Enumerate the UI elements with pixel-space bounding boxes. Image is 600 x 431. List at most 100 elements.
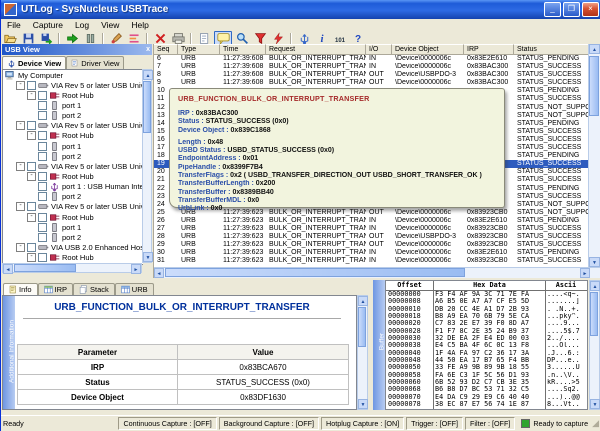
log-row[interactable]: 6URB11:27:39:608BULK_OR_INTERRUPT_TRANSF… [154,55,590,63]
panel-close-icon[interactable]: x [146,46,150,53]
tree-checkbox[interactable] [38,91,47,100]
log-vertical-scrollbar[interactable]: ▲ ▼ [588,44,600,267]
resize-grip[interactable]: ◢ [592,418,599,429]
hex-row[interactable]: 00000058FA 6E C3 1F 5C 56 D1 93.n..\V.. [386,372,587,379]
tree-item-root-hub[interactable]: -Root Hub [3,131,143,141]
tree-checkbox[interactable] [38,233,47,242]
tab-info[interactable]: Info [3,283,38,295]
hex-row[interactable]: 00000070E4 DA C9 29 E9 C6 40 40...)..@@ [386,394,587,401]
open-button[interactable] [2,32,18,45]
help-button[interactable]: ? [350,32,366,45]
col-seq[interactable]: Seq [154,44,178,55]
tree-item-root-hub[interactable]: -Root Hub [3,212,143,222]
tree-checkbox[interactable] [38,213,47,222]
scroll-left-icon[interactable]: ◄ [154,268,164,278]
close-button[interactable]: × [582,2,599,17]
tree-vertical-scrollbar[interactable]: ▲ ▼ [142,69,152,263]
tree-item-port-2[interactable]: port 2 [3,111,143,121]
trigger-button[interactable] [270,32,286,45]
menu-help[interactable]: Help [125,20,154,30]
tree-checkbox[interactable] [27,162,36,171]
export-button[interactable] [38,32,54,45]
hex-row[interactable]: 00000008A6 B5 0E A7 A7 CF E5 5D.......] [386,298,587,305]
hex-row[interactable]: 00000028F1 F7 8C 2E 35 24 B9 37....5$.7 [386,328,587,335]
tree-item-port-2[interactable]: port 2 [3,192,143,202]
tree-item-port-1[interactable]: port 1 [3,100,143,110]
tree-expander-icon[interactable]: - [27,253,36,262]
tree-item-port-2[interactable]: port 2 [3,232,143,242]
scroll-up-icon[interactable]: ▲ [143,70,153,80]
scroll-up-icon[interactable]: ▲ [589,44,600,54]
tree-checkbox[interactable] [27,202,36,211]
log-row[interactable]: 27URB11:27:39:623BULK_OR_INTERRUPT_TRANS… [154,225,590,233]
tree-checkbox[interactable] [27,81,36,90]
tree-item-root-hub[interactable]: -Root Hub [3,171,143,181]
tree-item-port-1[interactable]: port 1 [3,141,143,151]
filter-button[interactable] [252,32,268,45]
scroll-up-icon[interactable]: ▲ [358,296,368,306]
hex-row[interactable]: 00000068B6 B8 D7 BC 53 71 32 C5....Sq2. [386,386,587,393]
note-button[interactable] [196,32,212,45]
menu-capture[interactable]: Capture [27,20,69,30]
tree-item-via-usb-2-0-enhanced-host-controller[interactable]: -VIA USB 2.0 Enhanced Host Controller [3,242,143,252]
col-status[interactable]: Status [514,44,590,55]
log-row[interactable]: 31URB11:27:39:623BULK_OR_INTERRUPT_TRANS… [154,257,590,265]
minimize-button[interactable]: _ [544,2,561,17]
title-bar[interactable]: UTLog - SysNucleus USBTrace _ ❐ × [1,0,600,19]
log-row[interactable]: 28URB11:27:39:623BULK_OR_INTERRUPT_TRANS… [154,233,590,241]
menu-log[interactable]: Log [69,20,95,30]
tree-item-via-rev-5-or-later-usb-universal-host-c[interactable]: -VIA Rev 5 or later USB Universal Host C [3,161,143,171]
log-row[interactable]: 8URB11:27:39:608BULK_OR_INTERRUPT_TRANSF… [154,71,590,79]
hex-row[interactable]: 0000003032 DE EA 2F E4 ED 00 032../.... [386,335,587,342]
scroll-left-icon[interactable]: ◄ [3,264,13,274]
usb-button[interactable] [296,32,312,45]
hex-row[interactable]: 0000005033 FE A9 9B 89 9B 18 553......U [386,364,587,371]
tree-checkbox[interactable] [38,101,47,110]
tree-item-my-computer[interactable]: My Computer [3,70,143,80]
hex-row[interactable]: 00000018B8 A9 EA 70 6B 79 5E CA...pky^. [386,313,587,320]
tree-checkbox[interactable] [38,253,47,262]
hex-row[interactable]: 00000000F3 F4 AF 9A 3C 71 7E FA....<q~. [386,291,587,298]
save-button[interactable] [20,32,36,45]
tree-item-port-1-usb-human-interface-d[interactable]: port 1 : USB Human Interface D [3,182,143,192]
tree-checkbox[interactable] [38,172,47,181]
tree-expander-icon[interactable]: - [16,121,25,130]
log-row[interactable]: 29URB11:27:39:623BULK_OR_INTERRUPT_TRANS… [154,241,590,249]
find-button[interactable] [234,32,250,45]
tree-horizontal-scrollbar[interactable]: ◄ ► [2,263,142,273]
scroll-right-icon[interactable]: ► [580,268,590,278]
hex-row[interactable]: 0000004844 50 EA 17 B7 65 F4 BBDP...e.. [386,357,587,364]
tab-urb[interactable]: URB [115,283,154,295]
tree-checkbox[interactable] [38,142,47,151]
tree-item-via-rev-5-or-later-usb-universal-host-c[interactable]: -VIA Rev 5 or later USB Universal Host C [3,121,143,131]
tree-expander-icon[interactable]: - [16,81,25,90]
print-button[interactable] [170,32,186,45]
log-row[interactable]: 7URB11:27:39:608BULK_OR_INTERRUPT_TRANSF… [154,63,590,71]
hex-row[interactable]: 00000010DB 20 CC 4E A1 D7 2B 93. .N..+. [386,306,587,313]
menu-file[interactable]: File [1,20,27,30]
tree-checkbox[interactable] [38,223,47,232]
pause-button[interactable] [82,32,98,45]
col-irp[interactable]: IRP [464,44,514,55]
col-io[interactable]: I/O [366,44,392,55]
tree-checkbox[interactable] [27,121,36,130]
tab-stack[interactable]: Stack [73,283,115,295]
info-button[interactable]: i [314,32,330,45]
tree-expander-icon[interactable]: - [27,213,36,222]
tab-driver-view[interactable]: Driver View [66,56,124,69]
tree-item-port-1[interactable]: port 1 [3,222,143,232]
scroll-down-icon[interactable]: ▼ [589,257,600,267]
tree-expander-icon[interactable]: - [27,131,36,140]
col-request[interactable]: Request [266,44,366,55]
tree-checkbox[interactable] [27,243,36,252]
scroll-down-icon[interactable]: ▼ [143,252,153,262]
tree-expander-icon[interactable]: - [27,91,36,100]
tree-expander-icon[interactable]: - [27,172,36,181]
hex-row[interactable]: 00000038E4 C5 BA 4F 6C 0C 13 F8...Ol... [386,342,587,349]
scroll-down-icon[interactable]: ▼ [358,399,368,409]
menu-view[interactable]: View [95,20,125,30]
tree-checkbox[interactable] [38,131,47,140]
log-row[interactable]: 26URB11:27:39:623BULK_OR_INTERRUPT_TRANS… [154,217,590,225]
col-device-object[interactable]: Device Object [392,44,464,55]
tree-item-port-2[interactable]: port 2 [3,151,143,161]
